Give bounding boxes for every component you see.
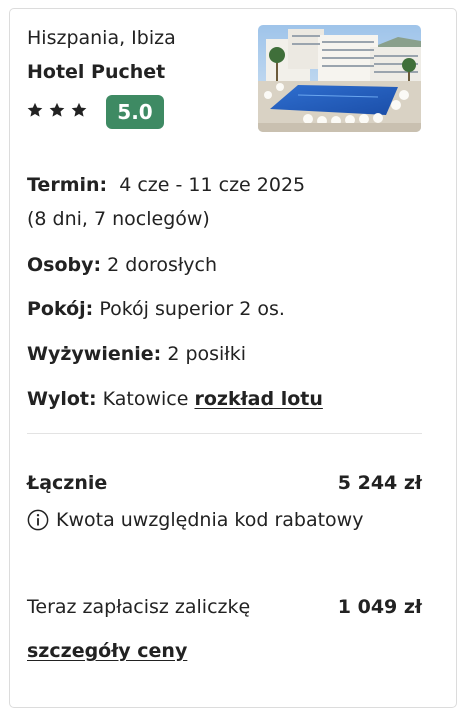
board-value: 2 posiłki [167, 343, 246, 365]
flight-label: Wylot: [27, 388, 97, 410]
deposit-label: Teraz zapłacisz zaliczkę [27, 596, 251, 618]
deposit-value: 1 049 zł [337, 596, 422, 618]
hotel-location: Hiszpania, Ibiza [27, 27, 176, 49]
flight-value: Katowice [102, 388, 189, 410]
persons-row: Osoby: 2 dorosłych [27, 254, 217, 276]
rating-badge: 5.0 [106, 95, 164, 129]
total-label: Łącznie [27, 472, 108, 494]
discount-note-text: Kwota uwzględnia kod rabatowy [56, 509, 364, 531]
star-icon [49, 102, 65, 117]
room-label: Pokój: [27, 298, 94, 320]
persons-label: Osoby: [27, 254, 102, 276]
term-label: Termin: [27, 174, 108, 196]
room-row: Pokój: Pokój superior 2 os. [27, 298, 285, 320]
term-row: Termin: 4 cze - 11 cze 2025 [27, 174, 305, 196]
star-icon [27, 102, 43, 117]
discount-note: Kwota uwzględnia kod rabatowy [27, 509, 363, 531]
term-value: 4 cze - 11 cze 2025 [119, 174, 306, 196]
star-icon [71, 102, 87, 117]
info-icon [27, 509, 49, 531]
total-price-row: Łącznie 5 244 zł [27, 472, 422, 494]
section-divider [27, 433, 422, 434]
persons-value: 2 dorosłych [107, 254, 218, 276]
term-duration: (8 dni, 7 noclegów) [27, 208, 210, 230]
price-details-row: szczegóły ceny [27, 640, 187, 662]
price-details-link[interactable]: szczegóły ceny [27, 640, 187, 662]
room-value: Pokój superior 2 os. [99, 298, 285, 320]
board-row: Wyżywienie: 2 posiłki [27, 343, 246, 365]
flight-schedule-link[interactable]: rozkład lotu [194, 388, 322, 410]
hotel-name: Hotel Puchet [27, 61, 166, 83]
total-value: 5 244 zł [337, 472, 422, 494]
hotel-photo-image [258, 25, 421, 132]
board-label: Wyżywienie: [27, 343, 162, 365]
flight-row: Wylot: Katowice rozkład lotu [27, 388, 323, 410]
deposit-row: Teraz zapłacisz zaliczkę 1 049 zł [27, 596, 422, 618]
hotel-photo[interactable] [258, 25, 421, 132]
hotel-stars [26, 101, 88, 119]
